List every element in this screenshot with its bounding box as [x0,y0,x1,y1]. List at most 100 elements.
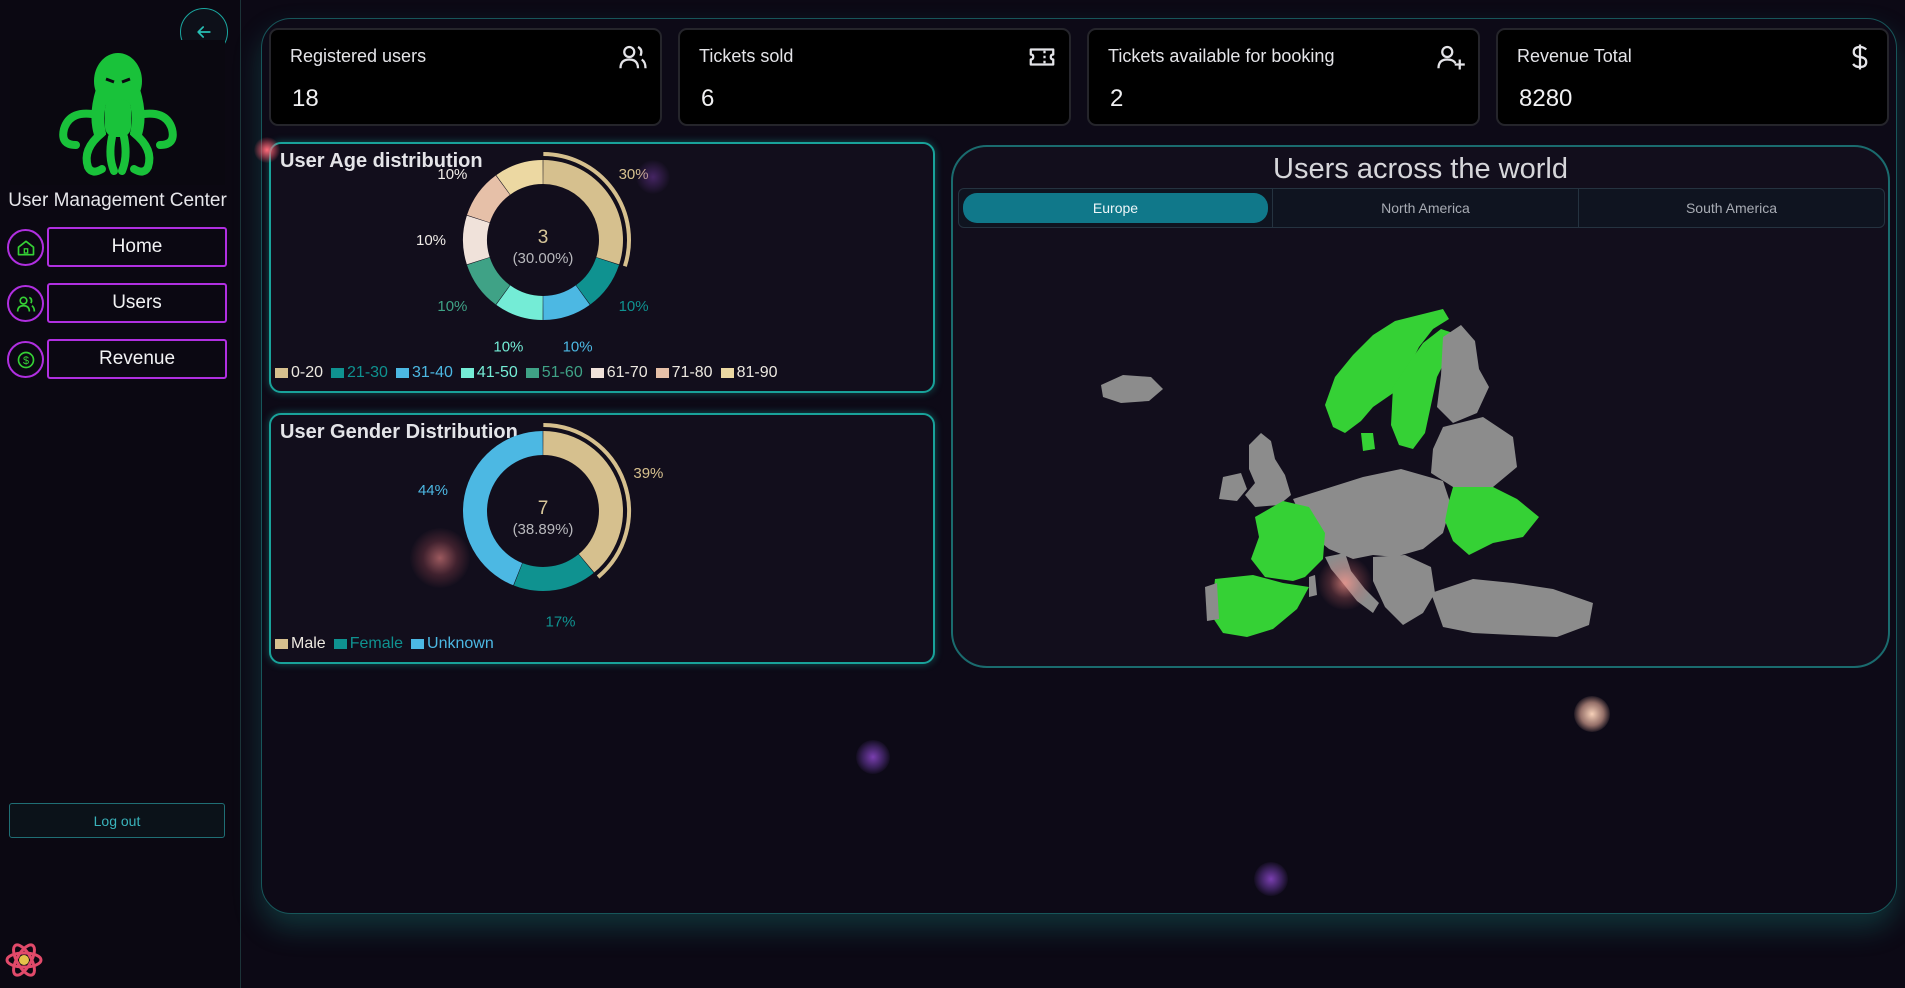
age-slice-label: 10% [493,339,523,356]
gender-slice-unknown[interactable] [463,431,543,586]
europe-map[interactable] [953,237,1888,657]
age-slice-label: 10% [619,298,649,315]
nav-item-users[interactable]: Users [7,283,227,323]
map-region [1101,375,1163,403]
map-title: Users across the world [1273,153,1568,185]
gender-donut-chart: 39% 17% 44% 7 (38.89%) [418,423,663,631]
age-slice-0-20[interactable] [543,160,623,265]
age-slice-label: 10% [437,166,467,183]
legend-label: 31-40 [411,364,453,381]
legend-swatch [655,368,669,378]
age-legend-item[interactable]: 0-20 [275,364,323,382]
octopus-logo [10,40,225,185]
gender-slice-label: 17% [546,614,576,631]
age-slice-label: 10% [563,339,593,356]
map-region [1219,473,1247,501]
legend-swatch [331,368,345,378]
map-region [1325,553,1379,613]
map-region [1205,583,1219,621]
map-region-highlighted [1211,575,1309,637]
map-region [1373,555,1435,625]
map-region-highlighted [1361,433,1375,451]
revenue-button[interactable]: Revenue [47,339,227,379]
gender-slice-male[interactable] [543,431,623,573]
legend-swatch [411,639,425,649]
legend-swatch [525,368,539,378]
ticket-icon [1029,48,1055,66]
age-legend-item[interactable]: 61-70 [590,364,648,382]
legend-swatch [460,368,474,378]
age-legend-item[interactable]: 31-40 [395,364,453,382]
legend-label: 71-80 [671,364,713,381]
map-region [1431,579,1593,637]
sidebar: User Management Center Home Users $ Reve… [0,0,241,988]
nav-item-revenue[interactable]: $ Revenue [7,339,227,379]
kpi-tickets-available: Tickets available for booking 2 [1087,28,1480,126]
legend-label: 51-60 [541,364,583,381]
kpi-value: 18 [292,85,319,112]
gender-legend-item[interactable]: Female [333,635,403,653]
age-distribution-card: User Age distribution 30% 10% 10% 10% 10% 10%… [269,142,935,393]
map-region [1437,325,1489,423]
nav-item-home[interactable]: Home [7,227,227,267]
age-legend-item[interactable]: 51-60 [525,364,583,382]
world-map-card: Users across the world Europe North Amer… [951,145,1890,668]
logout-button[interactable]: Log out [9,803,225,838]
legend-label: 41-50 [476,364,518,381]
age-slice-label: 10% [416,232,446,249]
users-button[interactable]: Users [47,283,227,323]
kpi-label: Tickets sold [699,46,794,66]
gender-legend-item[interactable]: Unknown [411,635,494,653]
tab-north-america[interactable]: North America [1272,189,1578,227]
users-icon [619,45,647,69]
kpi-registered-users: Registered users 18 [269,28,662,126]
age-legend-item[interactable]: 21-30 [331,364,388,382]
kpi-tickets-sold: Tickets sold 6 [678,28,1071,126]
users-icon [7,285,44,322]
legend-label: 81-90 [736,364,778,381]
legend-swatch [275,368,288,378]
dollar-icon: $ [7,341,44,378]
gender-legend-item[interactable]: Male [275,635,326,653]
legend-label: 61-70 [606,364,648,381]
kpi-value: 8280 [1519,85,1573,112]
gender-center-percent: (38.89%) [513,521,574,538]
age-legend-item[interactable]: 81-90 [720,364,778,382]
kpi-revenue-total: Revenue Total 8280 [1496,28,1889,126]
map-region [1245,433,1291,507]
kpi-label: Tickets available for booking [1108,46,1335,66]
octopus-icon [58,52,177,176]
gender-distribution-card: User Gender Distribution 39% 17% 44% 7 (38.8… [269,413,935,664]
map-region [1431,417,1517,487]
kpi-label: Registered users [290,46,427,66]
brand-name: User Management Center [8,190,227,211]
legend-label: 21-30 [347,364,388,381]
arrow-left-icon [197,26,211,38]
tab-europe[interactable]: Europe [963,193,1268,223]
home-icon [7,229,44,266]
map-region-highlighted [1445,487,1539,555]
kpi-value: 6 [701,85,715,112]
svg-text:$: $ [22,354,28,366]
age-slice-label: 10% [437,298,467,315]
gender-slice-female[interactable] [513,554,594,591]
gender-slice-label: 39% [633,465,663,482]
age-center-value: 3 [538,227,549,248]
kpi-label: Revenue Total [1517,46,1632,66]
home-button[interactable]: Home [47,227,227,267]
age-slice-label: 30% [619,166,649,183]
legend-label: Male [291,635,326,652]
age-legend: 0-20 21-30 31-40 41-50 51-60 61-70 71-80 81-90 [275,364,777,382]
age-legend-item[interactable]: 41-50 [460,364,518,382]
region-tabs: Europe North America South America [958,188,1885,228]
dollar-icon [1852,44,1868,70]
age-legend-item[interactable]: 71-80 [655,364,713,382]
react-logo-icon [4,940,44,980]
legend-swatch [590,368,604,378]
age-slice-61-70[interactable] [463,215,490,265]
tab-south-america[interactable]: South America [1578,189,1884,227]
gender-legend: Male Female Unknown [275,635,494,653]
user-plus-icon [1437,45,1465,70]
gender-center-value: 7 [538,498,549,519]
map-region [1309,575,1317,597]
